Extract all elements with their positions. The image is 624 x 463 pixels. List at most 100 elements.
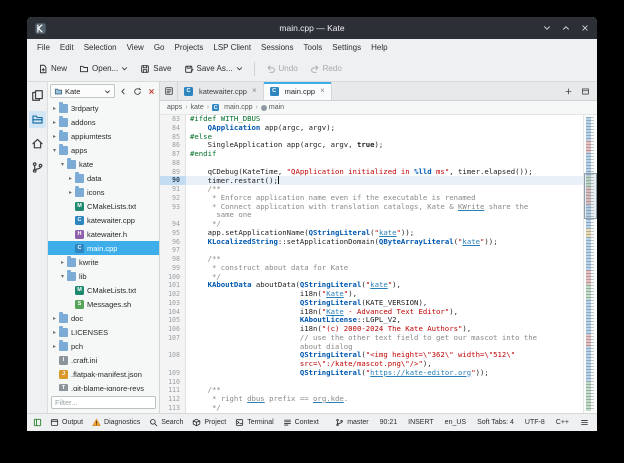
project-selector[interactable]: Kate bbox=[50, 84, 115, 98]
collapse-arrow-icon[interactable]: ▾ bbox=[58, 273, 67, 280]
tree-item-craft-ini[interactable]: I .craft.ini bbox=[48, 353, 159, 367]
input-mode-button[interactable]: INSERT bbox=[406, 417, 436, 428]
project-back-button[interactable] bbox=[117, 85, 129, 97]
new-tab-button[interactable] bbox=[562, 85, 575, 98]
maximize-button[interactable] bbox=[561, 23, 571, 33]
tree-item-kwrite[interactable]: ▸ kwrite bbox=[48, 255, 159, 269]
code-text[interactable]: */ bbox=[186, 403, 583, 413]
code-text[interactable]: same one bbox=[186, 210, 583, 220]
expand-arrow-icon[interactable]: ▸ bbox=[50, 105, 59, 112]
menu-go[interactable]: Go bbox=[149, 41, 170, 54]
new-button[interactable]: New bbox=[33, 61, 72, 77]
toolview-diagnostics-button[interactable]: Diagnostics bbox=[90, 416, 142, 429]
syntax-mode-button[interactable]: C++ bbox=[554, 417, 571, 428]
toolview-output-button[interactable]: Output bbox=[48, 416, 85, 429]
sidebar-tool-filesystem-browser[interactable] bbox=[29, 135, 46, 152]
tree-item-lib[interactable]: ▾ lib bbox=[48, 269, 159, 283]
code-text[interactable]: * right dbus prefix == org.kde. bbox=[186, 394, 583, 404]
breadcrumb-item-main-cpp[interactable]: Cmain.cpp bbox=[212, 104, 253, 111]
menu-lsp-client[interactable]: LSP Client bbox=[208, 41, 256, 54]
sidebar-tool-projects[interactable] bbox=[28, 111, 46, 128]
menu-view[interactable]: View bbox=[122, 41, 149, 54]
code-text[interactable] bbox=[186, 246, 583, 255]
tree-item-cmakelists-txt[interactable]: M CMakeLists.txt bbox=[48, 283, 159, 297]
filter-input[interactable] bbox=[51, 396, 156, 409]
expand-arrow-icon[interactable]: ▸ bbox=[50, 119, 59, 126]
cursor-position-button[interactable]: 90:21 bbox=[378, 417, 400, 428]
encoding-button[interactable]: UTF-8 bbox=[523, 417, 547, 428]
minimize-button[interactable] bbox=[542, 23, 552, 33]
collapse-arrow-icon[interactable]: ▾ bbox=[58, 161, 67, 168]
tree-item-addons[interactable]: ▸ addons bbox=[48, 115, 159, 129]
collapse-arrow-icon[interactable]: ▾ bbox=[50, 147, 59, 154]
menu-file[interactable]: File bbox=[32, 41, 55, 54]
menu-sessions[interactable]: Sessions bbox=[256, 41, 298, 54]
code-text[interactable]: timer.restart(); bbox=[186, 176, 583, 185]
tree-item-doc[interactable]: ▸ doc bbox=[48, 311, 159, 325]
toolview-context-button[interactable]: Context bbox=[281, 416, 321, 429]
expand-arrow-icon[interactable]: ▸ bbox=[50, 329, 59, 336]
tab-settings-button[interactable]: Soft Tabs: 4 bbox=[475, 417, 516, 428]
toolview-search-button[interactable]: Search bbox=[147, 416, 185, 429]
tree-item-git-blame-ignore-revs[interactable]: T .git-blame-ignore-revs bbox=[48, 381, 159, 391]
tree-item-kate[interactable]: ▾ kate bbox=[48, 157, 159, 171]
toolview-terminal-button[interactable]: Terminal bbox=[233, 416, 275, 429]
breadcrumb-item-kate[interactable]: kate bbox=[191, 104, 204, 111]
toolview-project-button[interactable]: Project bbox=[190, 416, 228, 429]
tab-katewaiter-cpp[interactable]: Ckatewaiter.cpp × bbox=[178, 82, 264, 100]
save-button[interactable]: Save bbox=[135, 61, 176, 77]
tree-item-apps[interactable]: ▾ apps bbox=[48, 143, 159, 157]
code-text[interactable]: QApplication app(argc, argv); bbox=[186, 123, 583, 133]
minimap-view-rect[interactable] bbox=[584, 173, 597, 219]
menu-settings[interactable]: Settings bbox=[327, 41, 366, 54]
project-close-button[interactable] bbox=[145, 85, 157, 97]
document-list-button[interactable] bbox=[160, 82, 178, 100]
expand-arrow-icon[interactable]: ▸ bbox=[58, 259, 67, 266]
tab-main-cpp[interactable]: Cmain.cpp × bbox=[263, 82, 332, 100]
tree-item-appiumtests[interactable]: ▸ appiumtests bbox=[48, 129, 159, 143]
tab-list-button[interactable] bbox=[579, 85, 592, 98]
tree-item-katewaiter-h[interactable]: Hkatewaiter.h bbox=[48, 227, 159, 241]
code-text[interactable]: KLocalizedString::setApplicationDomain(Q… bbox=[186, 237, 583, 247]
tree-item-katewaiter-cpp[interactable]: Ckatewaiter.cpp bbox=[48, 213, 159, 227]
sidebar-tool-documents[interactable] bbox=[29, 87, 46, 104]
menu-projects[interactable]: Projects bbox=[169, 41, 208, 54]
close-button[interactable] bbox=[580, 23, 590, 33]
save-as-button[interactable]: Save As... bbox=[179, 61, 248, 77]
code-text[interactable] bbox=[186, 378, 583, 387]
tree-item-3rdparty[interactable]: ▸ 3rdparty bbox=[48, 101, 159, 115]
tree-item-pch[interactable]: ▸ pch bbox=[48, 339, 159, 353]
code-text[interactable]: * construct about data for Kate bbox=[186, 263, 583, 273]
toolview-toggle-icon[interactable] bbox=[33, 418, 42, 427]
dictionary-button[interactable]: en_US bbox=[443, 417, 468, 428]
tree-item-main-cpp[interactable]: Cmain.cpp bbox=[48, 241, 159, 255]
expand-arrow-icon[interactable]: ▸ bbox=[50, 133, 59, 140]
code-text[interactable]: QStringLiteral("https://kate-editor.org"… bbox=[186, 368, 583, 378]
menu-edit[interactable]: Edit bbox=[55, 41, 79, 54]
expand-arrow-icon[interactable]: ▸ bbox=[66, 175, 75, 182]
tree-item-cmakelists-txt[interactable]: M CMakeLists.txt bbox=[48, 199, 159, 213]
expand-arrow-icon[interactable]: ▸ bbox=[66, 189, 75, 196]
code-text[interactable]: qCDebug(KateTime, "QApplication initiali… bbox=[186, 167, 583, 177]
tree-item-data[interactable]: ▸ data bbox=[48, 171, 159, 185]
sidebar-tool-git[interactable] bbox=[29, 159, 46, 176]
statusbar-menu-button[interactable] bbox=[578, 416, 591, 429]
breadcrumb-item-main[interactable]: main bbox=[260, 104, 284, 111]
project-reload-button[interactable] bbox=[131, 85, 143, 97]
editor[interactable]: 83 #ifdef WITH_DBUS 84 QApplication app(ar… bbox=[160, 115, 583, 413]
tree-item-flatpak-manifest-json[interactable]: J .flatpak-manifest.json bbox=[48, 367, 159, 381]
expand-arrow-icon[interactable]: ▸ bbox=[50, 315, 59, 322]
git-branch-button[interactable]: master bbox=[333, 416, 370, 429]
tree-item-messages-sh[interactable]: S Messages.sh bbox=[48, 297, 159, 311]
menu-selection[interactable]: Selection bbox=[79, 41, 122, 54]
open-button[interactable]: Open... bbox=[74, 61, 133, 77]
tab-close-icon[interactable]: × bbox=[318, 87, 325, 95]
tab-close-icon[interactable]: × bbox=[250, 87, 257, 95]
code-text[interactable]: SingleApplication app(argc, argv, true); bbox=[186, 140, 583, 150]
breadcrumb-item-apps[interactable]: apps bbox=[167, 104, 182, 111]
tree-item-icons[interactable]: ▸ icons bbox=[48, 185, 159, 199]
code-text[interactable]: #endif bbox=[186, 149, 583, 159]
titlebar[interactable]: main.cpp — Kate bbox=[27, 17, 597, 39]
menu-tools[interactable]: Tools bbox=[299, 41, 328, 54]
menu-help[interactable]: Help bbox=[366, 41, 392, 54]
